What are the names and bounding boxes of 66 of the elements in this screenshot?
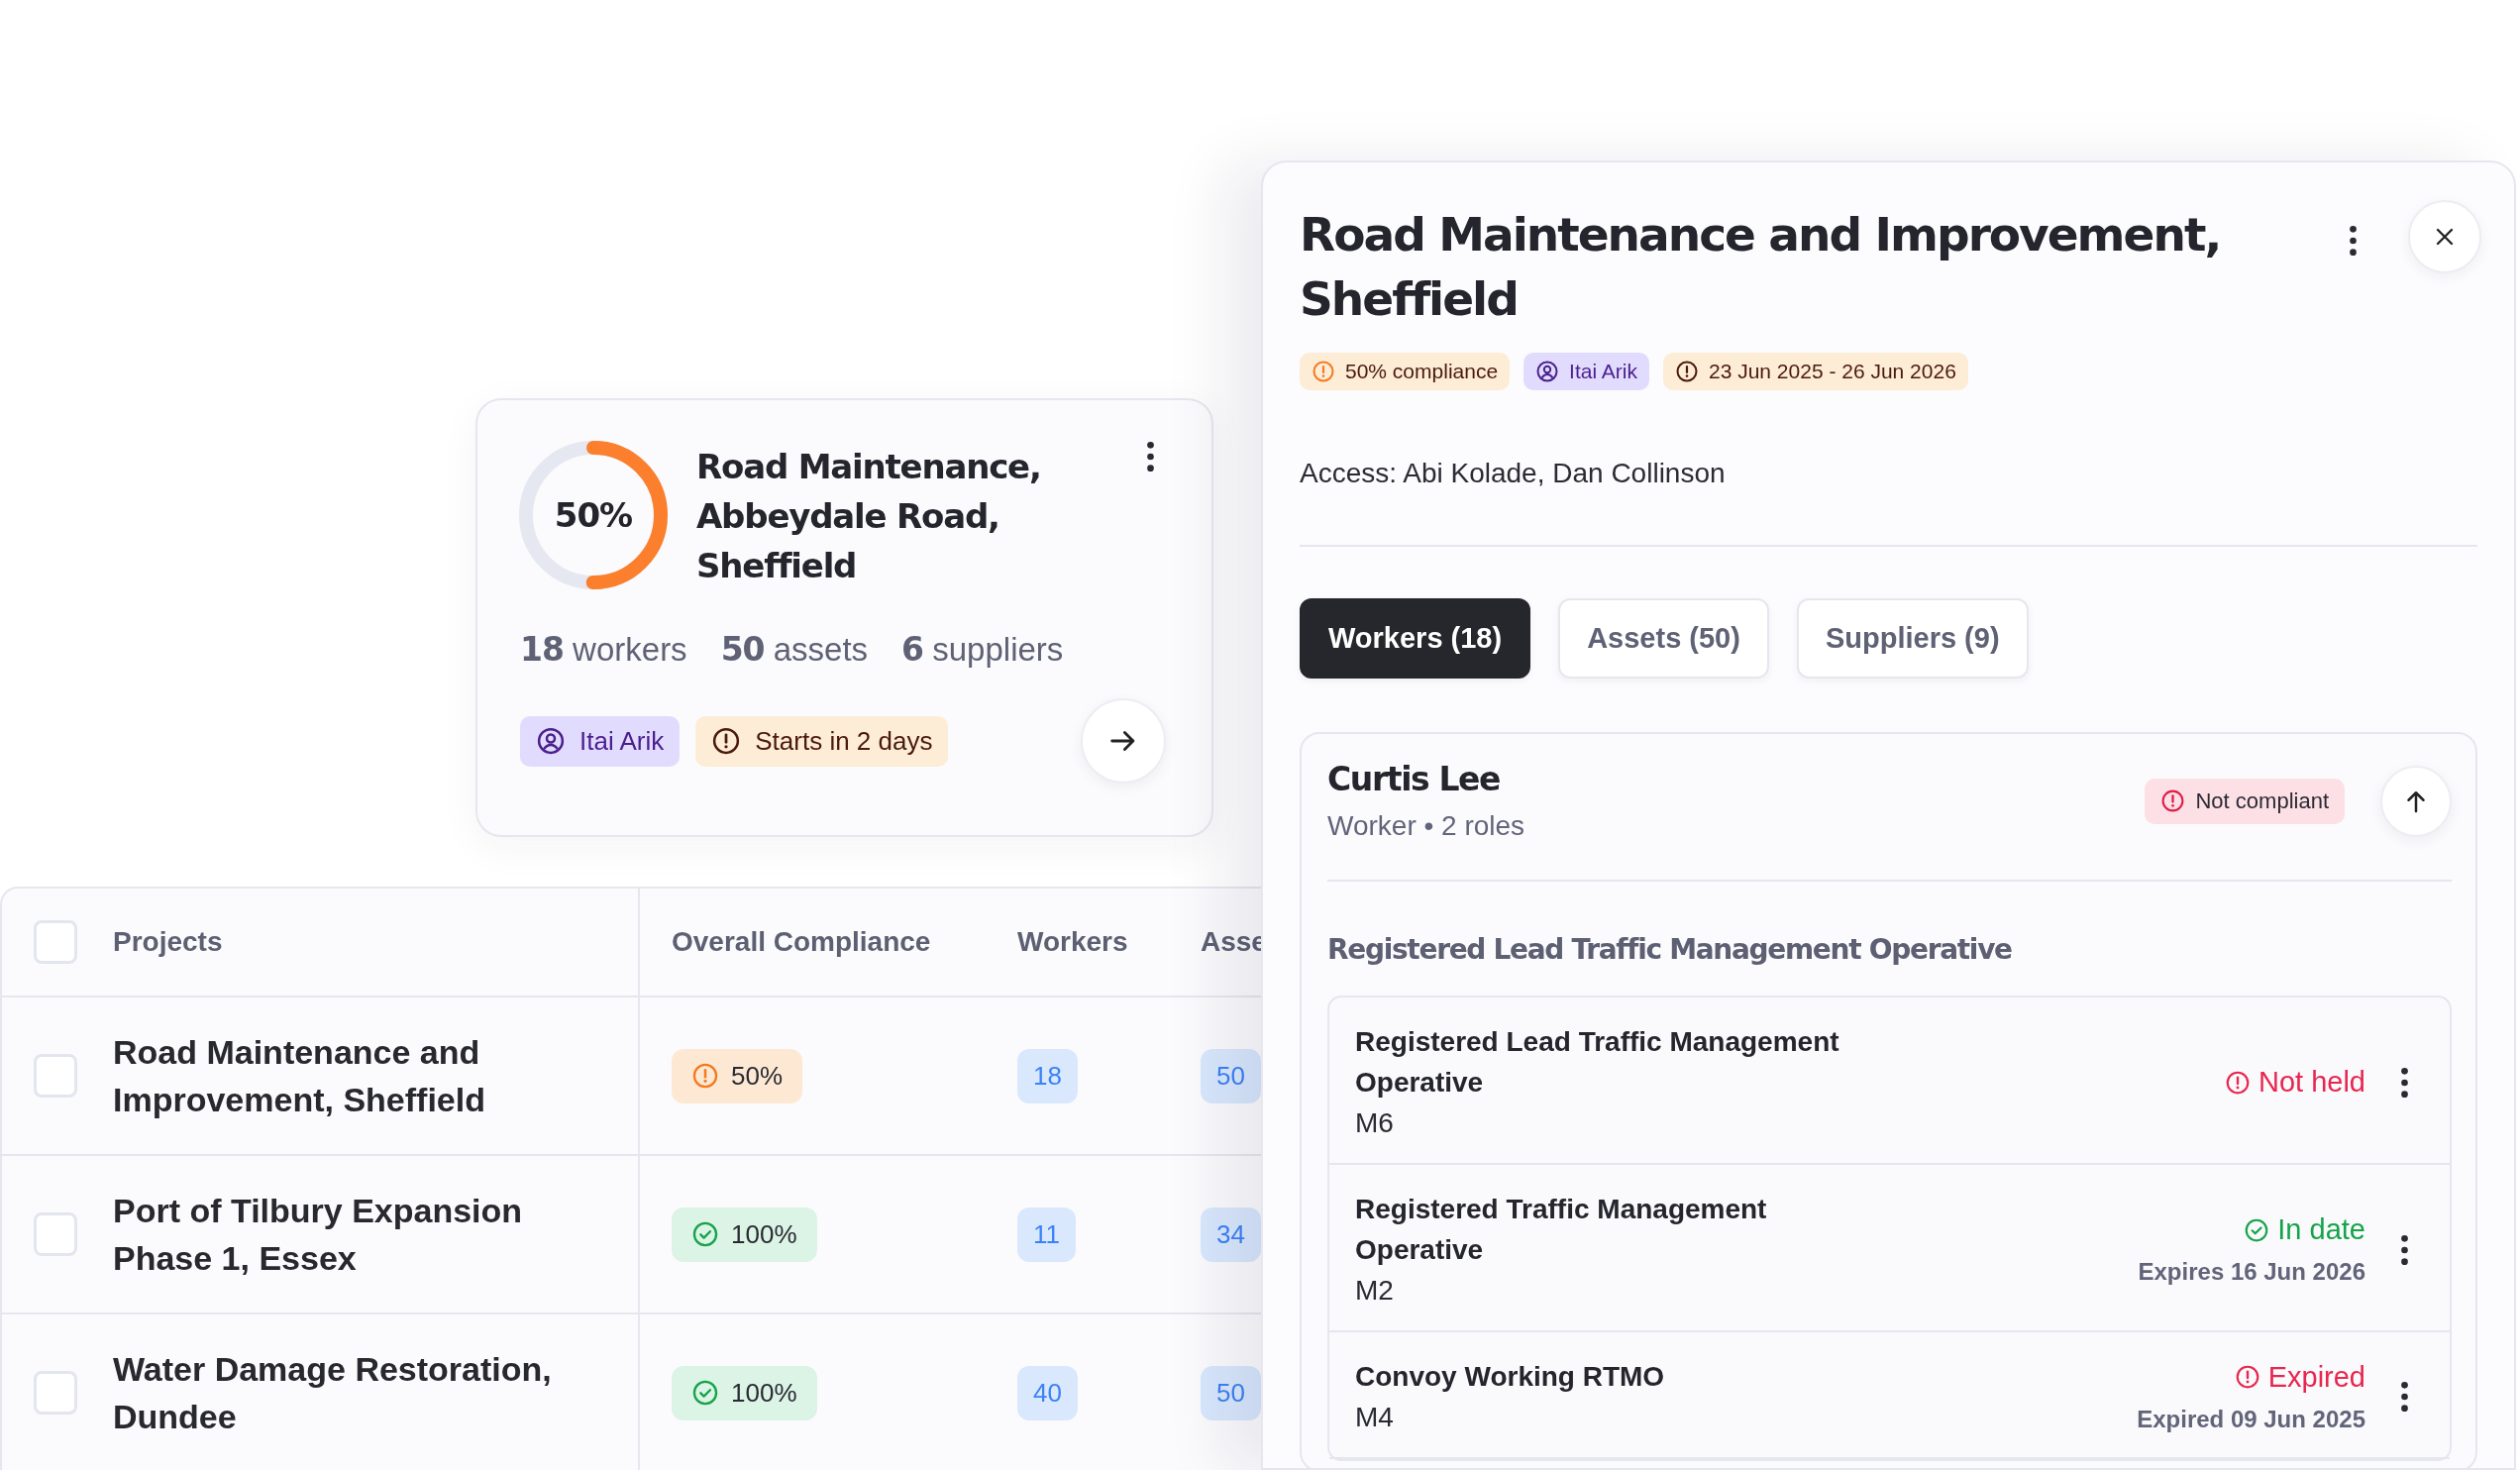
compliance-tag: 50% [672,1048,803,1103]
checkbox[interactable] [34,1212,77,1256]
checkbox[interactable] [34,1054,77,1098]
status-tag: 23 Jun 2025 - 26 Jun 2026 [1662,353,1968,390]
column-header: Workers [1017,926,1128,958]
credential-title: Convoy Working RTMO [1355,1360,1666,1394]
count-tag: 40 [1017,1365,1078,1420]
tab[interactable]: Suppliers (9) [1796,598,2029,679]
project-name: Road Maintenance and Improvement, Sheffield [113,1032,486,1120]
check-circle-icon [691,1379,719,1407]
panel-title: Road Maintenance and Improvement, Sheffield [1300,206,2222,328]
count-tag: 18 [1017,1048,1078,1103]
check-circle-icon [691,1220,719,1248]
tab[interactable]: Workers (18) [1300,598,1531,679]
stat-text: 6 suppliers [901,630,1064,669]
worker-subtitle: Worker • 2 roles [1327,810,1526,842]
credential-code: M2 [1355,1274,1395,1308]
project-name: Water Damage Restoration, Dundee [113,1349,553,1437]
project-name: Port of Tilbury Expansion Phase 1, Essex [113,1191,524,1279]
more-icon [2401,1382,2408,1412]
credential-code: M6 [1355,1106,1395,1140]
alert-icon [2160,788,2186,813]
tab[interactable]: Assets (50) [1558,598,1769,679]
more-icon [1147,442,1154,472]
credential-status: In date [2244,1213,2365,1246]
check-circle-icon [2244,1216,2270,1243]
more-icon [2401,1067,2408,1098]
compliance-tag: 100% [672,1207,817,1262]
section-heading: Registered Lead Traffic Management Operative [1327,933,2013,966]
more-icon [2401,1234,2408,1265]
status-tag: 50% compliance [1300,353,1511,390]
alert-icon [2225,1069,2251,1096]
count-tag: 50 [1201,1365,1261,1420]
stat-text: 50 assets [720,630,869,669]
column-header: Projects [113,926,223,958]
count-tag: 11 [1017,1207,1076,1262]
person-tag: Itai Arik [1523,353,1649,390]
credential-status: Expired [2234,1360,2365,1394]
checkbox[interactable] [34,920,77,964]
more-icon [2350,226,2357,256]
status-tag: Starts in 2 days [695,715,949,767]
column-header: Overall Compliance [672,926,931,958]
expiry-text: Expired 09 Jun 2025 [2137,1405,2365,1433]
credential-title: Registered Lead Traffic Management Operative [1355,1025,1840,1100]
expiry-text: Expires 16 Jun 2026 [2138,1258,2365,1286]
alert-icon [711,726,742,756]
compliance-percent: 50% [554,495,633,535]
person-tag: Itai Arik [520,715,681,767]
stat-text: 18 workers [520,630,687,669]
alert-icon [2234,1364,2260,1390]
count-tag: 34 [1201,1207,1261,1262]
compliance-tag: 100% [672,1365,817,1420]
alert-icon [691,1062,719,1090]
person-icon [1535,360,1560,383]
checkbox[interactable] [34,1371,77,1415]
credential-code: M4 [1355,1401,1395,1434]
project-title: Road Maintenance, Abbeydale Road, Sheffield [696,446,1042,587]
worker-name: Curtis Lee [1327,760,1501,798]
alert-icon [1312,360,1335,383]
access-text: Access: Abi Kolade, Dan Collinson [1300,458,1727,489]
credential-title: Registered Traffic Management Operative [1355,1193,1768,1267]
credential-status: Not held [2225,1066,2365,1099]
alert-icon [1674,360,1699,383]
status-tag: Not compliant [2145,778,2345,824]
person-icon [536,726,566,756]
count-tag: 50 [1201,1048,1261,1103]
